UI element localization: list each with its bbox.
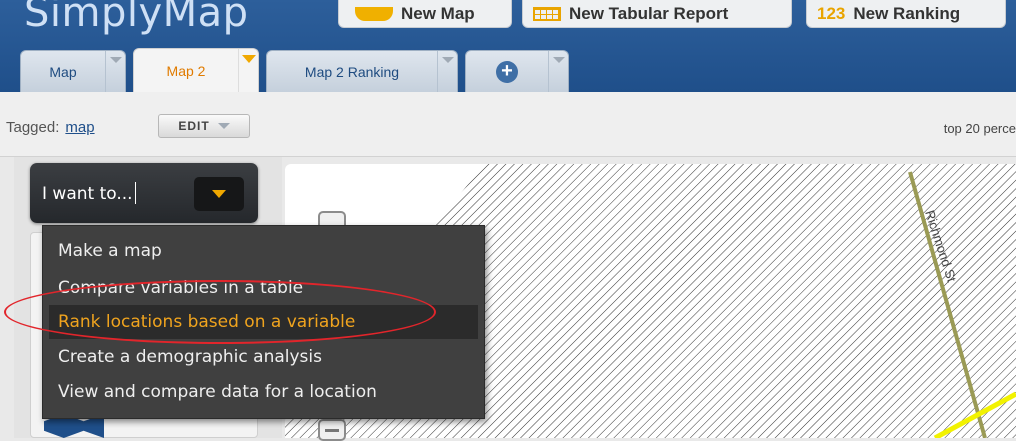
menu-item-rank-locations[interactable]: Rank locations based on a variable — [49, 305, 478, 339]
tab-map-2-dropdown[interactable] — [238, 49, 258, 92]
i-want-to-label: I want to... — [42, 182, 136, 204]
tagged-label: Tagged: — [6, 119, 60, 136]
tab-map-2[interactable]: Map 2 — [133, 48, 259, 92]
chevron-down-icon — [212, 190, 226, 198]
chevron-down-icon — [109, 57, 122, 63]
tab-map-2-ranking-label: Map 2 Ranking — [304, 63, 400, 80]
tab-map[interactable]: Map — [20, 50, 126, 92]
app-logo: SimplyMap — [24, 0, 249, 36]
edit-label: EDIT — [178, 119, 210, 133]
tab-map-2-ranking-dropdown[interactable] — [437, 51, 457, 92]
tab-add-wrap: + — [466, 60, 548, 83]
chevron-down-icon — [241, 55, 256, 63]
chevron-down-icon — [552, 57, 565, 63]
i-want-to-menu: Make a map Compare variables in a table … — [42, 225, 485, 419]
chevron-down-icon — [441, 57, 454, 63]
tab-map-2-ranking[interactable]: Map 2 Ranking — [266, 50, 458, 92]
menu-item-view-compare-location[interactable]: View and compare data for a location — [43, 375, 484, 409]
map-icon — [355, 6, 393, 21]
menu-item-compare-variables[interactable]: Compare variables in a table — [43, 271, 484, 305]
tab-map-dropdown[interactable] — [105, 51, 125, 92]
top-header: SimplyMap New Map New Tabular Report 123… — [0, 0, 1016, 92]
chevron-down-icon — [217, 123, 230, 129]
new-tabular-report-label: New Tabular Report — [569, 3, 729, 23]
tagged-row: Tagged: map — [6, 119, 95, 136]
tab-map-2-label: Map 2 — [166, 62, 206, 79]
tag-bar: Tagged: map EDIT top 20 perce — [0, 92, 1016, 157]
i-want-to-dropdown[interactable]: I want to... — [30, 163, 258, 223]
menu-item-make-map[interactable]: Make a map — [43, 234, 484, 268]
new-map-button[interactable]: New Map — [338, 0, 512, 28]
i-want-to-text: I want to... — [42, 184, 133, 204]
edit-tags-button[interactable]: EDIT — [158, 114, 250, 138]
text-cursor — [134, 182, 136, 204]
tab-add[interactable]: + — [465, 50, 569, 92]
ranking-icon: 123 — [817, 3, 846, 23]
tag-link-map[interactable]: map — [65, 119, 94, 136]
map-title-note: top 20 perce — [943, 121, 1016, 136]
tab-add-dropdown[interactable] — [548, 51, 568, 92]
new-map-label: New Map — [401, 3, 475, 23]
i-want-to-toggle[interactable] — [194, 177, 244, 211]
new-ranking-label: New Ranking — [853, 3, 961, 23]
plus-icon: + — [496, 60, 518, 83]
tab-map-label: Map — [49, 63, 77, 80]
new-tabular-report-button[interactable]: New Tabular Report — [522, 0, 792, 28]
new-ranking-button[interactable]: 123 New Ranking — [806, 0, 1006, 28]
menu-item-demographic-analysis[interactable]: Create a demographic analysis — [43, 340, 484, 374]
table-icon — [533, 6, 561, 21]
